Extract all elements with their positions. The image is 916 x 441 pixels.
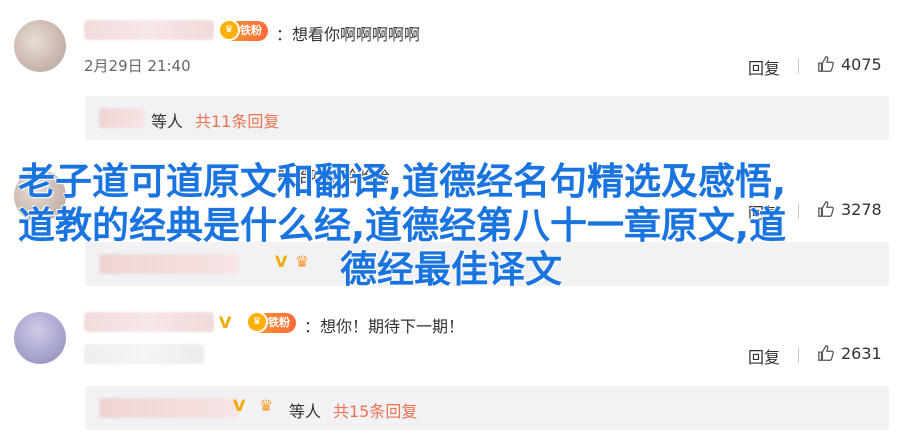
sub-names: 等人 bbox=[289, 402, 322, 421]
verified-icon: V bbox=[219, 313, 232, 332]
divider bbox=[798, 347, 799, 363]
fan-badge-label: 铁粉 bbox=[240, 24, 262, 37]
like-button[interactable]: 4075 bbox=[817, 55, 882, 74]
sub-reply-count[interactable]: 共15条回复 bbox=[333, 398, 417, 422]
comment-text: ：想看你啊啊啊啊啊 bbox=[276, 25, 421, 44]
like-count: 4075 bbox=[841, 55, 882, 74]
fan-badge-label: 铁粉 bbox=[268, 316, 290, 329]
thumbs-up-icon bbox=[818, 56, 834, 72]
avatar[interactable] bbox=[14, 20, 66, 72]
sub-names: 等人 bbox=[151, 112, 184, 131]
crown-icon: ♛ bbox=[218, 19, 240, 41]
sub-username-blurred bbox=[99, 108, 145, 128]
sub-username-blurred bbox=[99, 398, 239, 418]
thumbs-up-icon bbox=[818, 345, 834, 361]
divider bbox=[798, 58, 799, 74]
reply-button[interactable]: 回复 bbox=[748, 55, 780, 79]
sub-replies[interactable]: V ♛ 等人 共15条回复 bbox=[85, 386, 889, 430]
like-count: 2631 bbox=[841, 344, 882, 363]
fan-badge: ♛ 铁粉 bbox=[246, 311, 296, 333]
overlay-title: 老子道可道原文和翻译,道德经名句精选及感悟, 道教的经典是什么经,道德经第八十一… bbox=[18, 160, 878, 292]
avatar[interactable] bbox=[14, 312, 66, 364]
comment-time: 2月29日 21:40 bbox=[84, 57, 191, 75]
username-blurred[interactable] bbox=[84, 312, 214, 332]
username-blurred[interactable] bbox=[84, 20, 214, 40]
fan-badge: ♛ 铁粉 bbox=[218, 19, 268, 41]
verified-icon: V bbox=[233, 396, 246, 415]
overlay-line-1: 老子道可道原文和翻译,道德经名句精选及感悟, bbox=[18, 160, 787, 203]
comment-text: ：想你！期待下一期！ bbox=[304, 317, 465, 336]
sub-replies[interactable]: 等人 共11条回复 bbox=[85, 96, 889, 140]
overlay-line-2: 道教的经典是什么经,道德经第八十一章原文,道 bbox=[18, 204, 787, 247]
crown-icon: ♛ bbox=[259, 396, 274, 415]
reply-button[interactable]: 回复 bbox=[748, 344, 780, 368]
crown-icon: ♛ bbox=[246, 311, 268, 333]
time-blurred bbox=[84, 344, 204, 364]
sub-reply-count[interactable]: 共11条回复 bbox=[195, 108, 279, 132]
overlay-line-3: 德经最佳译文 bbox=[340, 248, 562, 291]
like-button[interactable]: 2631 bbox=[817, 344, 882, 363]
